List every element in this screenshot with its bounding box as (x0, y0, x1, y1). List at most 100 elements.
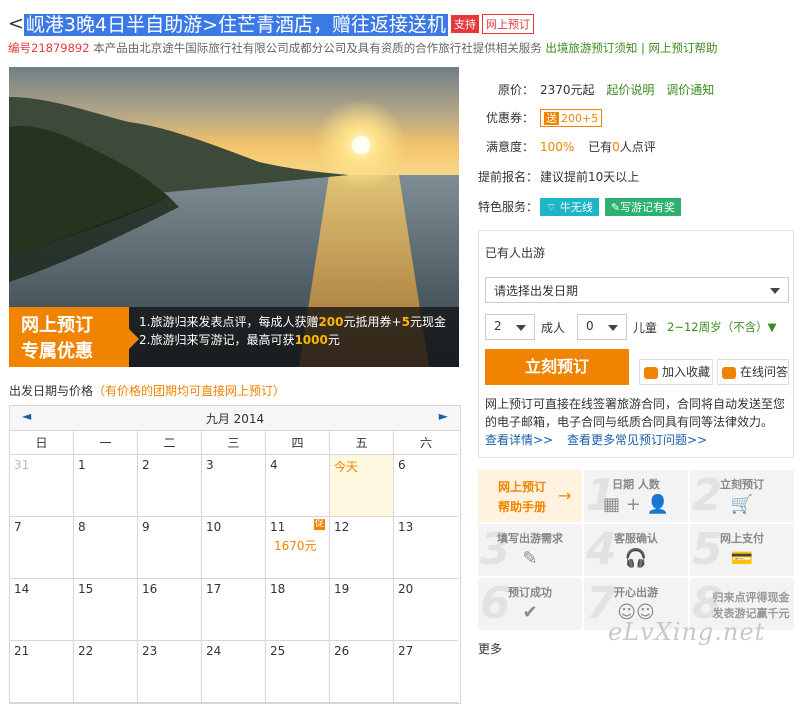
price-adjust-link[interactable]: 调价通知 (666, 83, 714, 97)
date-price-label: 出发日期与价格（有价格的团期均可直接网上预订） (9, 382, 285, 399)
promo-amount: 200 (318, 315, 344, 329)
day-number: 14 (14, 582, 30, 596)
price-explain-link[interactable]: 起价说明 (606, 83, 654, 97)
booking-help-link[interactable]: 网上预订帮助 (649, 41, 718, 55)
day-number: 今天 (334, 460, 359, 474)
day-number: 22 (78, 644, 94, 658)
day-number: 21 (14, 644, 30, 658)
satisfaction-key: 满意度： (485, 140, 534, 154)
review-suffix: 人点评 (619, 140, 656, 154)
wifi-service-badge[interactable]: ⌔ 牛无线 (540, 198, 599, 216)
weekday-label: 日 (10, 431, 74, 455)
weekday-label: 三 (202, 431, 266, 455)
coupon-badge[interactable]: 送 200+5 (540, 109, 603, 127)
day-number: 27 (398, 644, 414, 658)
calendar-day: 12 (330, 517, 394, 579)
weekday-row: 日一二三四五六 (10, 431, 460, 455)
calendar-day: 19 (330, 579, 394, 641)
calendar-day-bookable[interactable]: 11 促 1670元 (266, 517, 330, 579)
child-age-note[interactable]: 2~12周岁（不含）▼ (667, 319, 776, 335)
calendar-week-row: 21 22 23 24 25 26 27 (10, 641, 460, 703)
promo-badge: 网上预订 专属优惠 (9, 307, 129, 367)
advance-key: 提前报名： (478, 170, 539, 184)
step-icon: ✎ (522, 548, 538, 569)
day-number: 3 (206, 458, 214, 472)
add-favorite-button[interactable]: 加入收藏 (639, 359, 713, 385)
promo-text: 元 (327, 333, 340, 347)
help-manual-button[interactable]: 网上预订 帮助手册 → (478, 470, 582, 522)
step-label: 填写出游需求 (497, 532, 563, 545)
coupon-key: 优惠券： (485, 111, 534, 125)
help-step-1: 1 日期 人数 ▦ + 👤 (584, 470, 688, 522)
booking-box: 已有人出游 请选择出发日期 2 成人 0 儿童 2~12周岁（不含）▼ 立刻预订… (478, 230, 794, 458)
online-booking-tag: 网上预订 (482, 13, 535, 34)
calendar-day: 17 (202, 579, 266, 641)
write-travelogue-badge[interactable]: ✎写游记有奖 (604, 198, 682, 216)
adult-count-value: 2 (494, 319, 502, 333)
price-value: 2370元起 (540, 83, 595, 97)
contract-text: 网上预订可直接在线签署旅游合同，合同将自动发送至您的电子邮箱，电子合同与纸质合同… (485, 397, 786, 429)
calendar-day: 24 (202, 641, 266, 703)
calendar-day: 7 (10, 517, 74, 579)
online-qa-button[interactable]: 在线问答 (717, 359, 789, 385)
day-price[interactable]: 1670元 (274, 537, 317, 554)
more-link[interactable]: 更多 (478, 640, 502, 657)
weekday-label: 一 (74, 431, 138, 455)
book-now-button[interactable]: 立刻预订 (485, 349, 629, 385)
services-key: 特色服务： (478, 200, 539, 214)
promo-badge-line2: 专属优惠 (21, 341, 93, 362)
day-number: 4 (270, 458, 278, 472)
weekday-label: 五 (330, 431, 394, 455)
support-tag: 支持 (451, 14, 480, 33)
date-price-title: 出发日期与价格 (9, 384, 94, 398)
already-traveled-label: 已有人出游 (485, 246, 546, 260)
help-manual-line1: 网上预订 (498, 480, 547, 494)
child-count-select[interactable]: 0 (577, 314, 627, 340)
day-number: 8 (78, 520, 86, 534)
contract-info: 网上预订可直接在线签署旅游合同，合同将自动发送至您的电子邮箱，电子合同与纸质合同… (485, 395, 789, 449)
next-month-icon[interactable]: ► (439, 409, 448, 423)
step-icon: ✔ (522, 602, 538, 623)
heart-icon (644, 366, 658, 379)
calendar-day: 18 (266, 579, 330, 641)
calendar-day: 31 (10, 455, 74, 517)
child-label: 儿童 (633, 321, 658, 335)
advance-row: 提前报名： 建议提前10天以上 (478, 168, 639, 185)
day-number: 10 (206, 520, 222, 534)
faq-link[interactable]: 查看更多常见预订问题>> (567, 433, 707, 447)
calendar-day: 1 (74, 455, 138, 517)
step-icon: 💳 (730, 548, 754, 569)
day-number: 23 (142, 644, 158, 658)
overseas-notice-link[interactable]: 出境旅游预订须知 (545, 41, 637, 55)
day-number: 20 (398, 582, 414, 596)
review-count: 0 (612, 140, 620, 154)
calendar-day: 20 (394, 579, 458, 641)
view-detail-link[interactable]: 查看详情>> (485, 433, 553, 447)
date-price-note: （有价格的团期均可直接网上预订） (93, 384, 286, 398)
chevron-down-icon (608, 325, 618, 331)
step-label: 立刻预订 (720, 478, 764, 491)
departure-date-select[interactable]: 请选择出发日期 (485, 277, 789, 303)
calendar-day: 10 (202, 517, 266, 579)
promo-line-1: 1.旅游归来发表点评，每成人获赠200元抵用券+5元现金 (139, 313, 446, 330)
day-number: 6 (398, 458, 406, 472)
calendar-day: 13 (394, 517, 458, 579)
back-chevron-icon[interactable]: < (8, 13, 24, 35)
provider-desc: 本产品由北京途牛国际旅行社有限公司成都分公司及具有资质的合作旅行社提供相关服务 (93, 41, 542, 55)
adult-count-select[interactable]: 2 (485, 314, 535, 340)
promo-text: 元抵用券+ (343, 315, 402, 329)
promo-text: 元现金 (409, 315, 446, 329)
day-number: 16 (142, 582, 158, 596)
promo-amount: 5 (401, 315, 410, 329)
promo-badge-icon: 促 (314, 519, 325, 530)
calendar-day: 26 (330, 641, 394, 703)
services-row: 特色服务： ⌔ 牛无线 ✎写游记有奖 (478, 198, 687, 216)
weekday-label: 四 (266, 431, 330, 455)
promo-badge-line1: 网上预订 (21, 315, 93, 336)
calendar-day: 23 (138, 641, 202, 703)
satisfaction-row: 满意度： 100% 已有0人点评 (478, 138, 656, 155)
help-step-3: 3 填写出游需求 ✎ (478, 524, 582, 576)
chevron-down-icon (516, 325, 526, 331)
calendar-week-row: 7 8 9 10 11 促 1670元 12 13 (10, 517, 460, 579)
step-icon: ▦ + 👤 (603, 494, 669, 515)
